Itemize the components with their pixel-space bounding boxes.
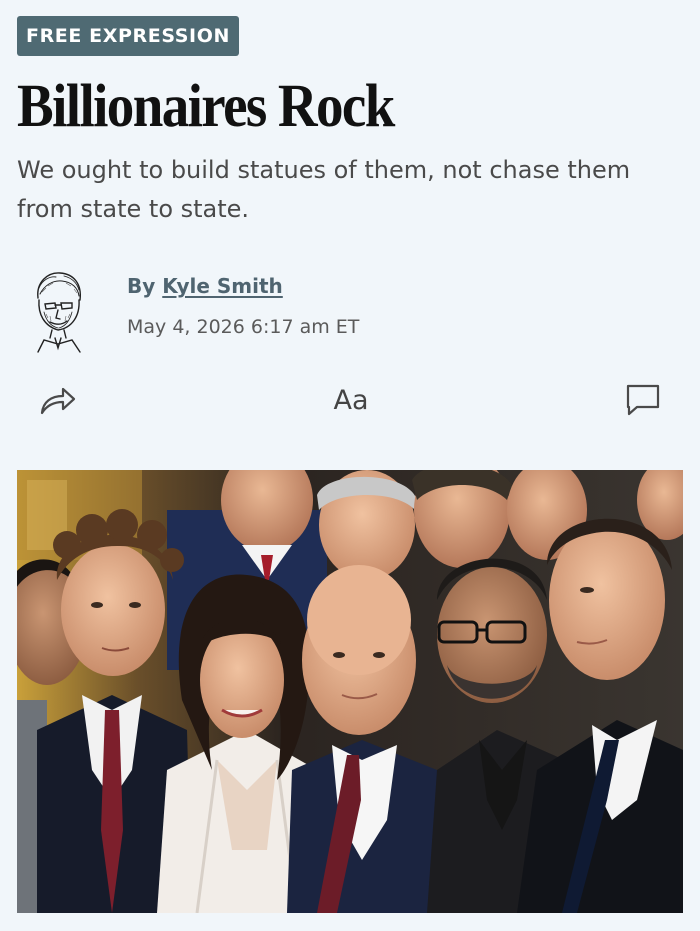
comment-bubble-icon [626, 384, 660, 416]
byline-prefix: By [127, 274, 156, 298]
share-button[interactable] [36, 380, 80, 420]
author-link[interactable]: Kyle Smith [162, 274, 283, 298]
subheadline: We ought to build statues of them, not c… [17, 156, 631, 223]
share-arrow-icon [40, 387, 76, 415]
font-size-label: Aa [333, 384, 369, 416]
author-avatar[interactable] [26, 268, 90, 354]
publish-timestamp: May 4, 2026 6:17 am ET [127, 316, 360, 338]
headline: Billionaires Rock [17, 71, 395, 140]
byline: By Kyle Smith [127, 274, 283, 298]
article-photo[interactable] [17, 470, 683, 913]
group-photo-image [17, 470, 683, 913]
font-size-button[interactable]: Aa [326, 380, 376, 420]
comments-button[interactable] [622, 380, 664, 420]
section-tag[interactable]: FREE EXPRESSION [17, 16, 239, 56]
